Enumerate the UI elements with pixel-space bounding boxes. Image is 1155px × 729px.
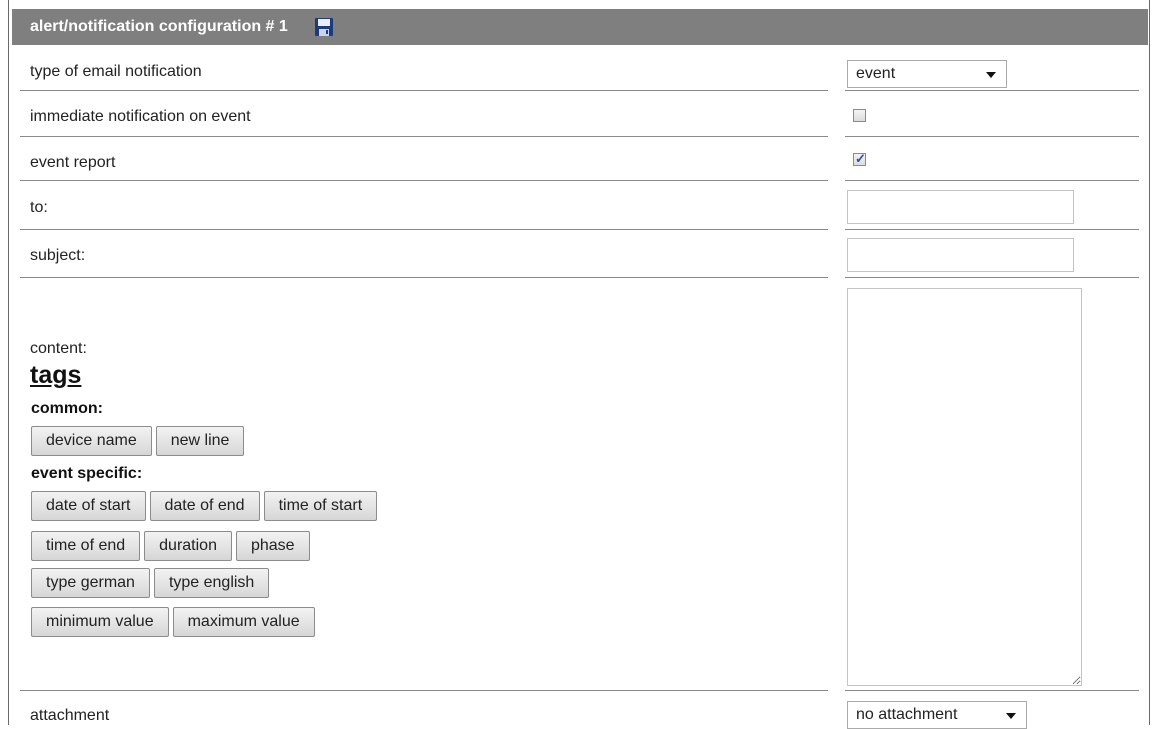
subject-label: subject: [30, 247, 86, 264]
divider [20, 277, 828, 278]
email-type-select[interactable]: event [847, 60, 1007, 88]
content-label: content: [30, 340, 87, 357]
common-tags-title: common: [31, 400, 103, 417]
email-type-label: type of email notification [30, 63, 202, 80]
tag-button-time-of-start[interactable]: time of start [263, 491, 378, 521]
row-immediate: immediate notification on event [0, 91, 1155, 136]
subject-input[interactable] [847, 238, 1074, 272]
immediate-checkbox[interactable] [853, 109, 866, 122]
tag-button-minimum-value[interactable]: minimum value [31, 607, 169, 637]
chevron-down-icon [1006, 713, 1016, 719]
config-title: alert/notification configuration # 1 [30, 18, 288, 35]
tag-button-date-of-start[interactable]: date of start [31, 491, 146, 521]
tag-button-type-german[interactable]: type german [31, 568, 150, 598]
email-type-value: event [856, 65, 896, 82]
chevron-down-icon [986, 72, 996, 78]
event-tags-title: event specific: [31, 465, 143, 482]
divider [20, 690, 828, 691]
divider [845, 690, 1139, 691]
floppy-disk-icon[interactable] [314, 17, 334, 37]
checkmark-icon: ✓ [855, 151, 866, 166]
tag-button-type-english[interactable]: type english [153, 568, 270, 598]
tag-button-device-name[interactable]: device name [31, 426, 152, 456]
config-header: alert/notification configuration # 1 [12, 9, 1148, 45]
event-tags-row-3: type german type english [31, 568, 270, 598]
tag-button-new-line[interactable]: new line [155, 426, 245, 456]
tag-button-time-of-end[interactable]: time of end [31, 531, 141, 561]
tag-button-maximum-value[interactable]: maximum value [172, 607, 315, 637]
divider [845, 277, 1139, 278]
event-tags-row-2: time of end duration phase [31, 531, 310, 561]
content-textarea[interactable] [847, 288, 1082, 686]
attachment-value: no attachment [856, 706, 958, 723]
row-event-report: event report ✓ [0, 137, 1155, 180]
tags-title: tags [30, 361, 82, 389]
row-email-type: type of email notification event [0, 48, 1155, 90]
tag-button-phase[interactable]: phase [235, 531, 310, 561]
tag-button-date-of-end[interactable]: date of end [149, 491, 260, 521]
event-report-label: event report [30, 154, 116, 171]
attachment-label: attachment [30, 707, 110, 724]
immediate-label: immediate notification on event [30, 108, 251, 125]
event-tags-row-4: minimum value maximum value [31, 607, 315, 637]
to-input[interactable] [847, 190, 1074, 224]
to-label: to: [30, 199, 48, 216]
event-report-checkbox[interactable]: ✓ [853, 151, 866, 166]
tag-button-duration[interactable]: duration [144, 531, 232, 561]
common-tags-buttons: device name new line [31, 426, 245, 456]
event-tags-row-1: date of start date of end time of start [31, 491, 378, 521]
